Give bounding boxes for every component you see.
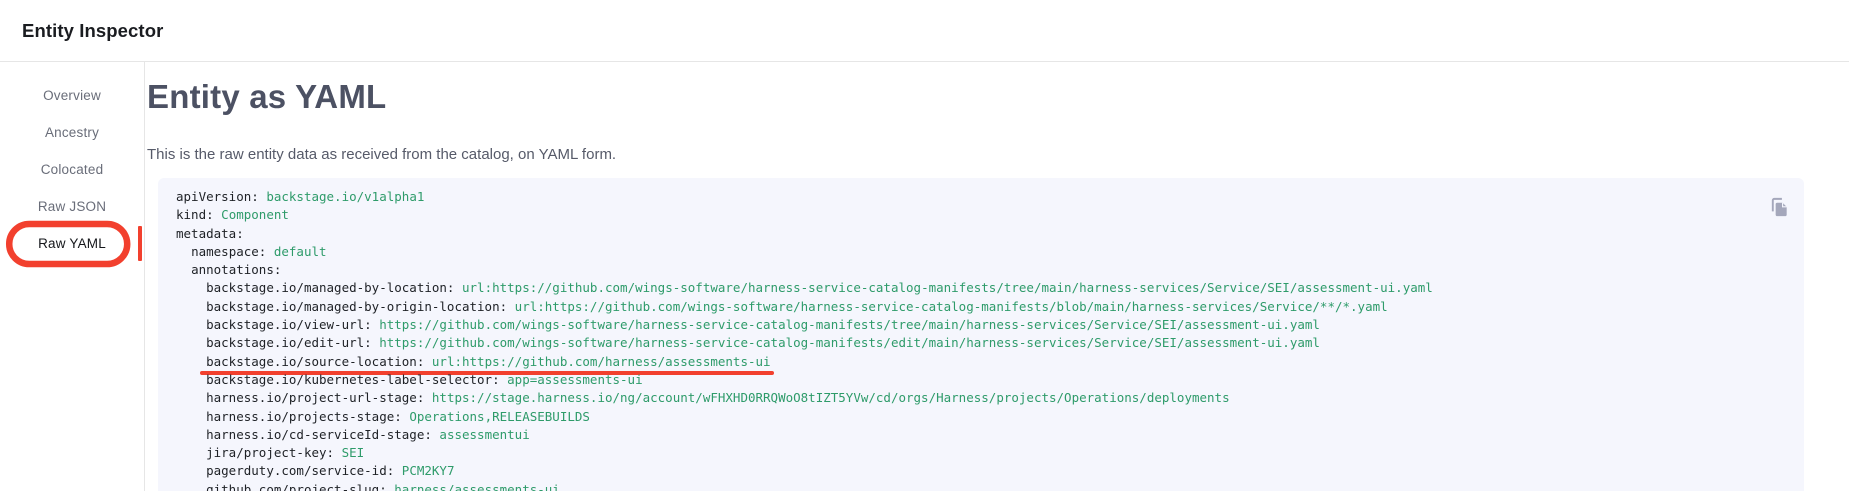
yaml-code: apiVersion: backstage.io/v1alpha1kind: C…	[176, 188, 1786, 491]
yaml-line: github.com/project-slug: harness/assessm…	[176, 481, 1786, 491]
yaml-line: backstage.io/source-location: url:https:…	[176, 353, 1786, 371]
dialog-title: Entity Inspector	[22, 20, 163, 42]
yaml-line: backstage.io/kubernetes-label-selector: …	[176, 371, 1786, 389]
yaml-line: backstage.io/view-url: https://github.co…	[176, 316, 1786, 334]
entity-inspector-dialog: Entity Inspector Overview Ancestry Colocat…	[0, 0, 1849, 491]
yaml-line: annotations:	[176, 261, 1786, 279]
yaml-line: kind: Component	[176, 206, 1786, 224]
yaml-line: harness.io/project-url-stage: https://st…	[176, 389, 1786, 407]
yaml-line: apiVersion: backstage.io/v1alpha1	[176, 188, 1786, 206]
copy-button[interactable]	[1766, 194, 1792, 220]
sidebar: Overview Ancestry Colocated Raw JSON Raw YAM…	[0, 62, 145, 491]
selected-tab-indicator	[138, 226, 142, 261]
copy-icon	[1768, 196, 1791, 219]
yaml-line: harness.io/projects-stage: Operations,RE…	[176, 408, 1786, 426]
dialog-body: Overview Ancestry Colocated Raw JSON Raw YAM…	[0, 62, 1849, 491]
sidebar-item-label: Raw YAML	[38, 236, 106, 251]
yaml-line: namespace: default	[176, 243, 1786, 261]
yaml-line: backstage.io/managed-by-origin-location:…	[176, 298, 1786, 316]
sidebar-item-label: Overview	[43, 88, 101, 103]
dialog-header: Entity Inspector	[0, 0, 1849, 62]
sidebar-item-colocated[interactable]: Colocated	[0, 151, 144, 188]
yaml-line: pagerduty.com/service-id: PCM2KY7	[176, 462, 1786, 480]
yaml-line: harness.io/cd-serviceId-stage: assessmen…	[176, 426, 1786, 444]
yaml-code-block: apiVersion: backstage.io/v1alpha1kind: C…	[158, 178, 1804, 491]
yaml-line: metadata:	[176, 225, 1786, 243]
main-content: Entity as YAML This is the raw entity da…	[145, 62, 1849, 491]
sidebar-item-label: Ancestry	[45, 125, 99, 140]
yaml-line: backstage.io/managed-by-location: url:ht…	[176, 279, 1786, 297]
sidebar-item-overview[interactable]: Overview	[0, 77, 144, 114]
yaml-line: jira/project-key: SEI	[176, 444, 1786, 462]
page-subtitle: This is the raw entity data as received …	[147, 146, 1804, 164]
sidebar-item-label: Colocated	[41, 162, 104, 177]
sidebar-tabs: Overview Ancestry Colocated Raw JSON Raw YAM…	[0, 77, 144, 262]
page-title: Entity as YAML	[147, 78, 1804, 116]
yaml-line: backstage.io/edit-url: https://github.co…	[176, 334, 1786, 352]
sidebar-item-raw-json[interactable]: Raw JSON	[0, 188, 144, 225]
sidebar-item-label: Raw JSON	[38, 199, 106, 214]
sidebar-item-raw-yaml[interactable]: Raw YAML	[0, 225, 144, 262]
sidebar-item-ancestry[interactable]: Ancestry	[0, 114, 144, 151]
